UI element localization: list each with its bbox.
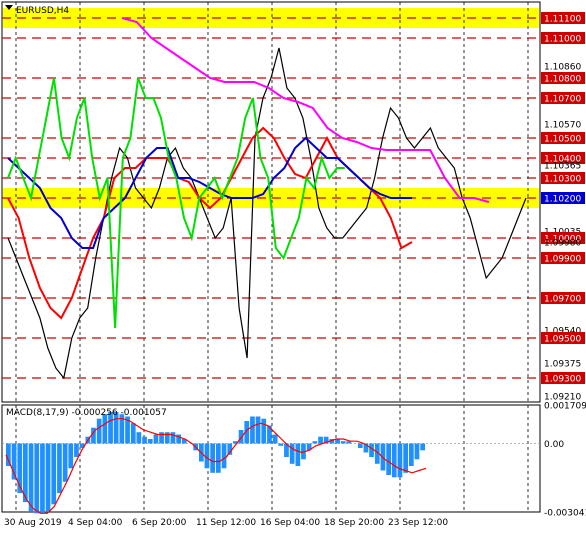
macd-histogram-bar bbox=[74, 443, 79, 457]
y-tick-label: 1.11100 bbox=[544, 15, 581, 25]
y-tick-label: 1.10700 bbox=[544, 95, 581, 105]
macd-histogram-bar bbox=[357, 443, 363, 448]
x-tick-label: 23 Sep 12:00 bbox=[388, 518, 448, 528]
macd-histogram-bar bbox=[45, 443, 51, 512]
macd-histogram-bar bbox=[57, 443, 62, 494]
y-tick-label: 1.10500 bbox=[544, 135, 581, 145]
y-tick-label: 1.10200 bbox=[544, 195, 581, 205]
macd-histogram-bar bbox=[420, 443, 425, 451]
macd-histogram-bar bbox=[250, 416, 255, 444]
macd-histogram-bar bbox=[318, 436, 323, 444]
macd-histogram-bar bbox=[62, 443, 68, 482]
macd-histogram-bar bbox=[147, 439, 153, 444]
x-tick-label: 11 Sep 12:00 bbox=[196, 518, 256, 528]
macd-histogram-bar bbox=[238, 430, 244, 444]
macd-histogram-bar bbox=[255, 416, 261, 444]
y-tick-label: 1.09980 bbox=[544, 239, 581, 249]
macd-histogram-bar bbox=[278, 443, 284, 446]
macd-histogram-bar bbox=[34, 443, 40, 514]
macd-title: MACD(8,17,9) -0.000256 -0.001057 bbox=[6, 408, 167, 418]
macd-histogram-bar bbox=[216, 443, 221, 473]
macd-histogram-bar bbox=[164, 432, 170, 444]
macd-histogram-bar bbox=[295, 443, 301, 466]
y-tick-label: 1.10800 bbox=[544, 75, 581, 85]
macd-histogram-bar bbox=[414, 443, 420, 460]
macd-histogram-bar bbox=[142, 436, 147, 444]
macd-histogram-bar bbox=[130, 423, 136, 444]
macd-histogram-bar bbox=[136, 432, 142, 444]
eurusd-chart: 1.11100 1.11000 1.10860 1.10800 1.10700 1.105… bbox=[1, 1, 586, 528]
y-tick-label: 1.10365 bbox=[544, 162, 581, 172]
macd-histogram-bar bbox=[102, 414, 108, 444]
macd-pane bbox=[1, 404, 541, 513]
x-tick-label: 6 Sep 20:00 bbox=[132, 518, 187, 528]
macd-histogram-bar bbox=[221, 443, 227, 469]
y-tick-label: 1.09300 bbox=[544, 375, 581, 385]
macd-histogram-bar bbox=[409, 443, 414, 466]
chart-title: EURUSD,H4 bbox=[16, 6, 69, 16]
macd-histogram-bar bbox=[369, 443, 374, 457]
y-tick-label: 1.09500 bbox=[544, 335, 581, 345]
macd-histogram-bar bbox=[68, 443, 74, 469]
macd-y-tick-label: 0.001709 bbox=[544, 402, 586, 412]
x-tick-label: 16 Sep 04:00 bbox=[260, 518, 320, 528]
macd-histogram-bar bbox=[210, 443, 215, 473]
macd-histogram-bar bbox=[159, 432, 164, 444]
y-tick-label: 1.10570 bbox=[544, 121, 581, 131]
macd-histogram-bar bbox=[40, 443, 45, 514]
macd-y-tick-label: -0.003041 bbox=[544, 509, 586, 519]
x-tick-label: 30 Aug 2019 bbox=[4, 518, 62, 528]
x-tick-label: 18 Sep 20:00 bbox=[324, 518, 384, 528]
y-tick-label: 1.09700 bbox=[544, 295, 581, 305]
macd-y-tick-label: 0.00 bbox=[544, 440, 564, 450]
x-tick-label: 4 Sep 04:00 bbox=[68, 518, 123, 528]
y-tick-label: 1.10860 bbox=[544, 63, 581, 73]
macd-histogram-bar bbox=[391, 443, 397, 478]
macd-histogram-bar bbox=[28, 443, 34, 512]
y-tick-label: 1.09375 bbox=[544, 360, 581, 370]
y-tick-label: 1.11000 bbox=[544, 35, 581, 45]
macd-histogram-bar bbox=[397, 443, 403, 478]
macd-histogram-bar bbox=[51, 443, 57, 505]
y-tick-label: 1.10300 bbox=[544, 175, 581, 185]
macd-histogram-bar bbox=[386, 443, 391, 475]
macd-histogram-bar bbox=[403, 443, 408, 473]
macd-histogram-bar bbox=[312, 441, 318, 444]
macd-histogram-bar bbox=[153, 434, 159, 444]
chart-window: 1.11100 1.11000 1.10860 1.10800 1.10700 1.105… bbox=[0, 0, 586, 532]
macd-histogram-bar bbox=[340, 441, 346, 444]
macd-histogram-bar bbox=[96, 418, 102, 444]
macd-histogram-bar bbox=[170, 432, 176, 444]
macd-histogram-bar bbox=[272, 434, 278, 444]
macd-histogram-bar bbox=[261, 418, 267, 444]
y-tick-label: 1.09900 bbox=[544, 255, 581, 265]
